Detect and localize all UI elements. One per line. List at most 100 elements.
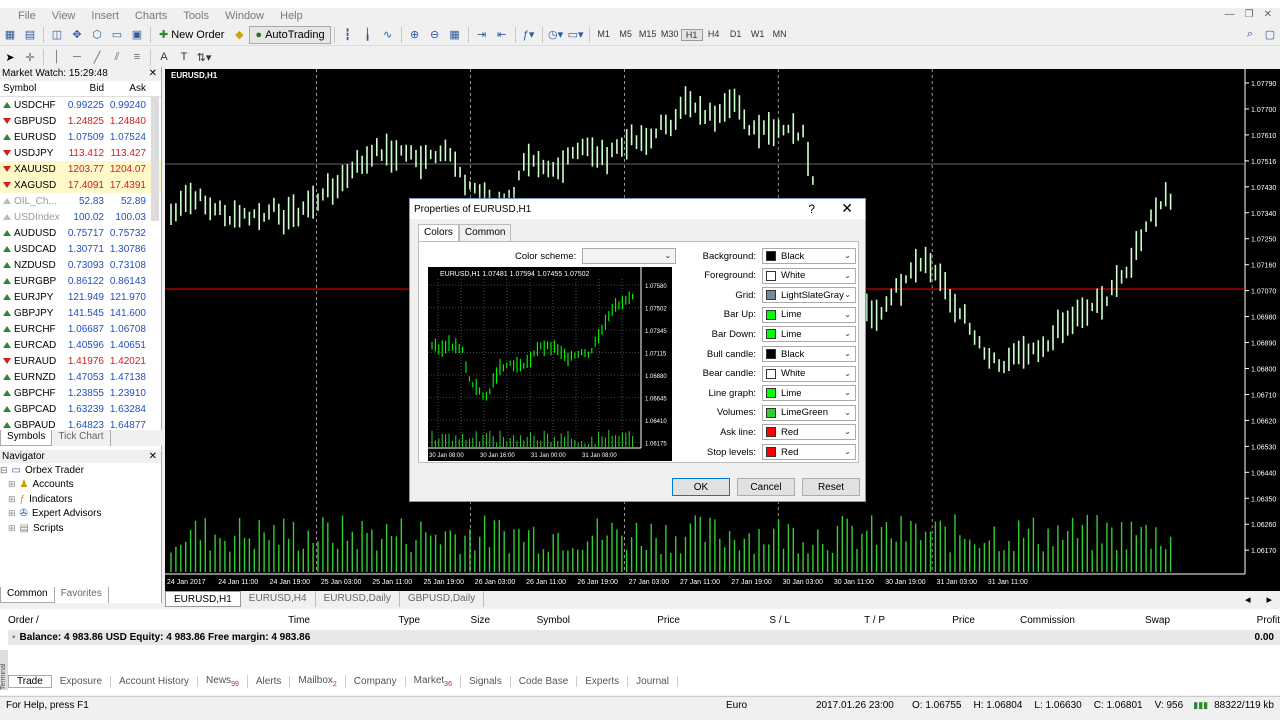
list-item[interactable]: USDIndex 100.02 100.03 <box>0 209 161 225</box>
expand-icon[interactable]: ⊞ <box>8 494 16 505</box>
close-icon[interactable]: ✕ <box>149 451 157 463</box>
list-item[interactable]: NZDUSD 0.73093 0.73108 <box>0 257 161 273</box>
expand-icon[interactable]: ⊞ <box>8 479 16 490</box>
tab-chart-1[interactable]: EURUSD,H4 <box>241 591 316 607</box>
property-select[interactable]: White ⌄ <box>762 365 856 382</box>
col-12[interactable]: Profit <box>1176 615 1280 626</box>
property-select[interactable]: White ⌄ <box>762 267 856 284</box>
col-6[interactable]: Price <box>576 615 686 626</box>
zoom-in-icon[interactable]: ⊕ <box>405 26 425 44</box>
list-item[interactable]: OIL_Ch... 52.83 52.89 <box>0 193 161 209</box>
tab-mailbox[interactable]: Mailbox2 <box>290 674 346 688</box>
col-11[interactable]: Swap <box>1081 615 1176 626</box>
list-item[interactable]: XAGUSD 17.4091 17.4391 <box>0 177 161 193</box>
timeframe-m30[interactable]: M30 <box>659 29 681 41</box>
scroll-right-icon[interactable]: ▸ <box>1266 593 1272 606</box>
col-ask[interactable]: Ask <box>104 83 146 94</box>
horizontal-line-icon[interactable]: ─ <box>67 48 87 66</box>
new-order-button[interactable]: ✚ New Order <box>154 26 229 44</box>
equidistant-channel-icon[interactable]: ⫽ <box>107 48 127 66</box>
list-item[interactable]: EURGBP 0.86122 0.86143 <box>0 273 161 289</box>
col-symbol[interactable]: Symbol <box>0 83 62 94</box>
tab-signals[interactable]: Signals <box>461 675 511 687</box>
list-item[interactable]: USDJPY 113.412 113.427 <box>0 145 161 161</box>
timeframe-m5[interactable]: M5 <box>615 29 637 41</box>
text-label-icon[interactable]: T <box>174 48 194 66</box>
balance-row[interactable]: ▪ Balance: 4 983.86 USD Equity: 4 983.86… <box>8 630 1280 645</box>
autotrading-button[interactable]: ● AutoTrading <box>249 25 331 44</box>
help-icon[interactable]: ? <box>808 202 815 216</box>
menu-file[interactable]: File <box>0 10 44 22</box>
tab-journal[interactable]: Journal <box>628 675 678 687</box>
menu-window[interactable]: Window <box>217 10 272 22</box>
tile-windows-icon[interactable]: ▦ <box>445 26 465 44</box>
minimize-icon[interactable]: — <box>1225 9 1235 20</box>
tab-trade[interactable]: Trade <box>8 674 52 688</box>
new-chart-icon[interactable]: ▦ <box>0 26 20 44</box>
tab-code-base[interactable]: Code Base <box>511 675 578 687</box>
menu-help[interactable]: Help <box>272 10 311 22</box>
col-1[interactable]: / <box>36 615 66 626</box>
list-item[interactable]: XAUUSD 1203.77 1204.07 <box>0 161 161 177</box>
expand-icon[interactable]: ⊞ <box>8 523 16 534</box>
tab-symbols[interactable]: Symbols <box>0 430 53 446</box>
list-item[interactable]: GBPUSD 1.24825 1.24840 <box>0 113 161 129</box>
close-icon[interactable]: ✕ <box>1264 9 1272 20</box>
nav-item-accounts[interactable]: ⊞ ♟ Accounts <box>0 478 161 493</box>
cancel-button[interactable]: Cancel <box>737 478 795 496</box>
vertical-line-icon[interactable]: │ <box>47 48 67 66</box>
tab-favorites[interactable]: Favorites <box>55 587 109 603</box>
list-item[interactable]: EURCHF 1.06687 1.06708 <box>0 321 161 337</box>
property-select[interactable]: LimeGreen ⌄ <box>762 404 856 421</box>
col-bid[interactable]: Bid <box>62 83 104 94</box>
nav-item-scripts[interactable]: ⊞ ▤ Scripts <box>0 521 161 536</box>
collapse-icon[interactable]: ⊟ <box>0 465 8 476</box>
tab-company[interactable]: Company <box>346 675 406 687</box>
list-item[interactable]: USDCHF 0.99225 0.99240 <box>0 97 161 113</box>
profiles-icon[interactable]: ▤ <box>20 26 40 44</box>
crosshair-icon[interactable]: ✛ <box>20 48 40 66</box>
menu-insert[interactable]: Insert <box>83 10 127 22</box>
tab-chart-0[interactable]: EURUSD,H1 <box>165 591 241 607</box>
timeframe-m15[interactable]: M15 <box>637 29 659 41</box>
navigator-icon[interactable]: ⬡ <box>87 26 107 44</box>
property-select[interactable]: Black ⌄ <box>762 346 856 362</box>
tab-colors[interactable]: Colors <box>418 224 459 242</box>
list-item[interactable]: GBPCAD 1.63239 1.63284 <box>0 401 161 417</box>
tab-alerts[interactable]: Alerts <box>248 675 291 687</box>
scroll-left-icon[interactable]: ◂ <box>1245 593 1251 606</box>
list-item[interactable]: EURCAD 1.40596 1.40651 <box>0 337 161 353</box>
tab-experts[interactable]: Experts <box>577 675 629 687</box>
expand-icon[interactable]: ⊞ <box>8 508 16 519</box>
tab-exposure[interactable]: Exposure <box>52 675 112 687</box>
tab-tick-chart[interactable]: Tick Chart <box>52 430 111 446</box>
tab-chart-3[interactable]: GBPUSD,Daily <box>400 591 485 607</box>
timeframe-w1[interactable]: W1 <box>747 29 769 41</box>
list-item[interactable]: EURJPY 121.949 121.970 <box>0 289 161 305</box>
timeframe-h4[interactable]: H4 <box>703 29 725 41</box>
nav-item-indicators[interactable]: ⊞ ƒ Indicators <box>0 492 161 507</box>
list-item[interactable]: AUDUSD 0.75717 0.75732 <box>0 225 161 241</box>
property-select[interactable]: LightSlateGray ⌄ <box>762 287 856 304</box>
list-item[interactable]: EURAUD 1.41976 1.42021 <box>0 353 161 369</box>
line-chart-icon[interactable]: ∿ <box>378 26 398 44</box>
cursor-icon[interactable]: ➤ <box>0 48 20 66</box>
fibonacci-icon[interactable]: ≡ <box>127 48 147 66</box>
scrollbar[interactable] <box>151 97 159 221</box>
nav-item-experts[interactable]: ⊞ ✇ Expert Advisors <box>0 507 161 522</box>
terminal-icon[interactable]: ▭ <box>107 26 127 44</box>
auto-scroll-icon[interactable]: ⇥ <box>472 26 492 44</box>
property-select[interactable]: Black ⌄ <box>762 248 856 264</box>
timeframe-m1[interactable]: M1 <box>593 29 615 41</box>
list-item[interactable]: EURUSD 1.07509 1.07524 <box>0 129 161 145</box>
timeframe-mn[interactable]: MN <box>769 29 791 41</box>
col-9[interactable]: Price <box>891 615 981 626</box>
market-watch-icon[interactable]: ◫ <box>47 26 67 44</box>
timeframe-h1[interactable]: H1 <box>680 28 703 41</box>
indicators-icon[interactable]: ƒ▾ <box>519 26 539 44</box>
reset-button[interactable]: Reset <box>802 478 860 496</box>
tab-account-history[interactable]: Account History <box>111 675 199 687</box>
property-select[interactable]: Lime ⌄ <box>762 326 856 343</box>
ok-button[interactable]: OK <box>672 478 730 496</box>
list-item[interactable]: EURNZD 1.47053 1.47138 <box>0 369 161 385</box>
